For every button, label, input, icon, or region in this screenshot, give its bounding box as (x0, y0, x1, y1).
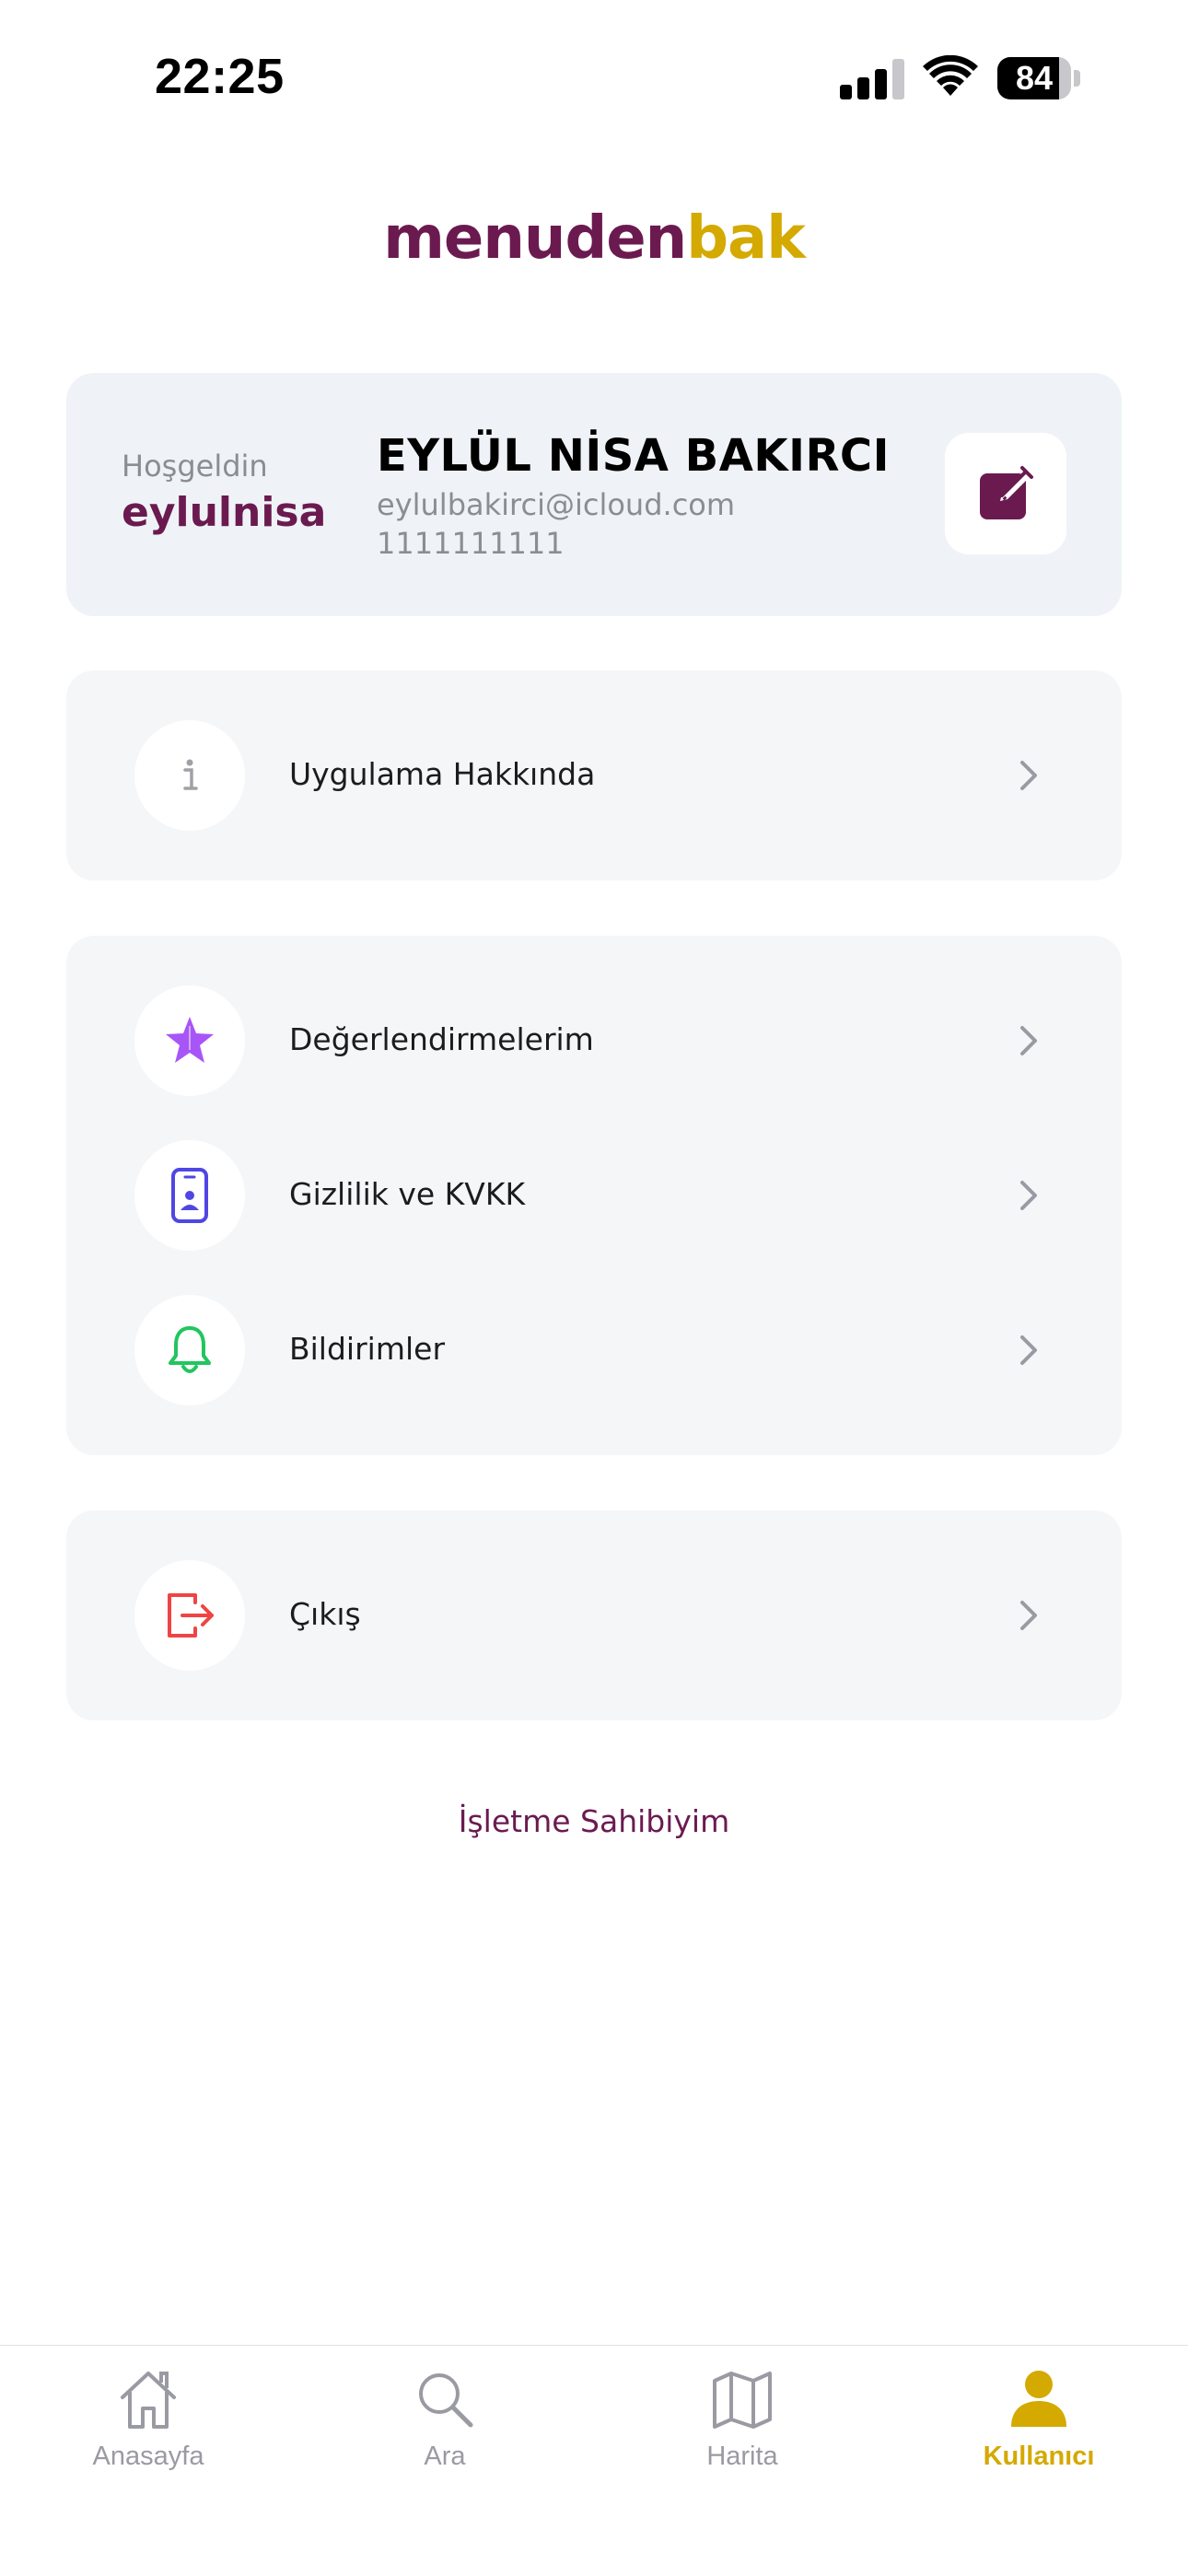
search-icon (419, 2373, 473, 2428)
chevron-right-icon (1020, 761, 1037, 790)
chevron-right-icon (1020, 1601, 1037, 1630)
menu-item-logout[interactable]: Çıkış (66, 1556, 1122, 1675)
greeting-label: Hoşgeldin (122, 449, 268, 484)
info-icon (183, 759, 198, 790)
battery-icon: 84 (997, 57, 1082, 99)
menu-label-privacy: Gizlilik ve KVKK (289, 1176, 526, 1212)
tab-home[interactable]: Anasayfa (0, 2346, 297, 2502)
tab-search-label: Ara (424, 2442, 466, 2471)
info-icon-circle (134, 720, 245, 831)
star-icon-circle (134, 985, 245, 1096)
phone-user-icon (171, 1168, 208, 1223)
phone-text: 1111111111 (377, 526, 565, 561)
chevron-right-icon (1020, 1181, 1037, 1210)
username: eylulnisa (122, 489, 327, 536)
menu-item-about[interactable]: Uygulama Hakkında (66, 716, 1122, 835)
tab-bar: Anasayfa Ara Harita Kullanıcı (0, 2345, 1188, 2576)
settings-card: Değerlendirmelerim Gizlilik ve KVKK Bild… (66, 936, 1122, 1455)
edit-profile-button[interactable] (945, 433, 1066, 554)
edit-icon (980, 466, 1033, 519)
logo-part-bak: bak (686, 204, 806, 273)
profile-card: Hoşgeldin eylulnisa EYLÜL NİSA BAKIRCI e… (66, 373, 1122, 616)
status-bar: 22:25 84 (0, 0, 1188, 161)
menu-label-about: Uygulama Hakkında (289, 756, 596, 792)
about-card: Uygulama Hakkında (66, 670, 1122, 880)
logo-part-menuden: menuden (383, 204, 687, 273)
user-icon (1011, 2371, 1066, 2427)
tab-home-label: Anasayfa (92, 2442, 204, 2471)
email-text: eylulbakirci@icloud.com (377, 487, 736, 522)
tab-user[interactable]: Kullanıcı (891, 2346, 1187, 2502)
menu-label-logout: Çıkış (289, 1596, 361, 1632)
menu-label-notifications: Bildirimler (289, 1331, 446, 1367)
app-logo: menudenbak (0, 204, 1188, 273)
logout-icon (168, 1593, 214, 1638)
bell-icon-circle (134, 1295, 245, 1405)
full-name: EYLÜL NİSA BAKIRCI (377, 430, 890, 482)
chevron-right-icon (1020, 1335, 1037, 1365)
tab-map-label: Harita (706, 2442, 778, 2471)
menu-item-notifications[interactable]: Bildirimler (66, 1290, 1122, 1410)
chevron-right-icon (1020, 1026, 1037, 1055)
star-icon (166, 1017, 214, 1063)
status-time: 22:25 (155, 49, 285, 104)
map-icon (713, 2372, 772, 2429)
logout-icon-circle (134, 1560, 245, 1671)
menu-item-reviews[interactable]: Değerlendirmelerim (66, 981, 1122, 1101)
bell-icon (169, 1326, 211, 1373)
phone-user-icon-circle (134, 1140, 245, 1251)
battery-level: 84 (1015, 59, 1054, 97)
tab-map[interactable]: Harita (594, 2346, 891, 2502)
menu-label-reviews: Değerlendirmelerim (289, 1021, 594, 1057)
logout-card: Çıkış (66, 1510, 1122, 1720)
business-owner-link[interactable]: İşletme Sahibiyim (0, 1803, 1188, 1839)
wifi-icon (923, 55, 978, 96)
tab-search[interactable]: Ara (297, 2346, 593, 2502)
menu-item-privacy[interactable]: Gizlilik ve KVKK (66, 1136, 1122, 1255)
home-icon (121, 2372, 176, 2429)
tab-user-label: Kullanıcı (983, 2442, 1095, 2471)
cellular-signal-icon (840, 59, 904, 99)
